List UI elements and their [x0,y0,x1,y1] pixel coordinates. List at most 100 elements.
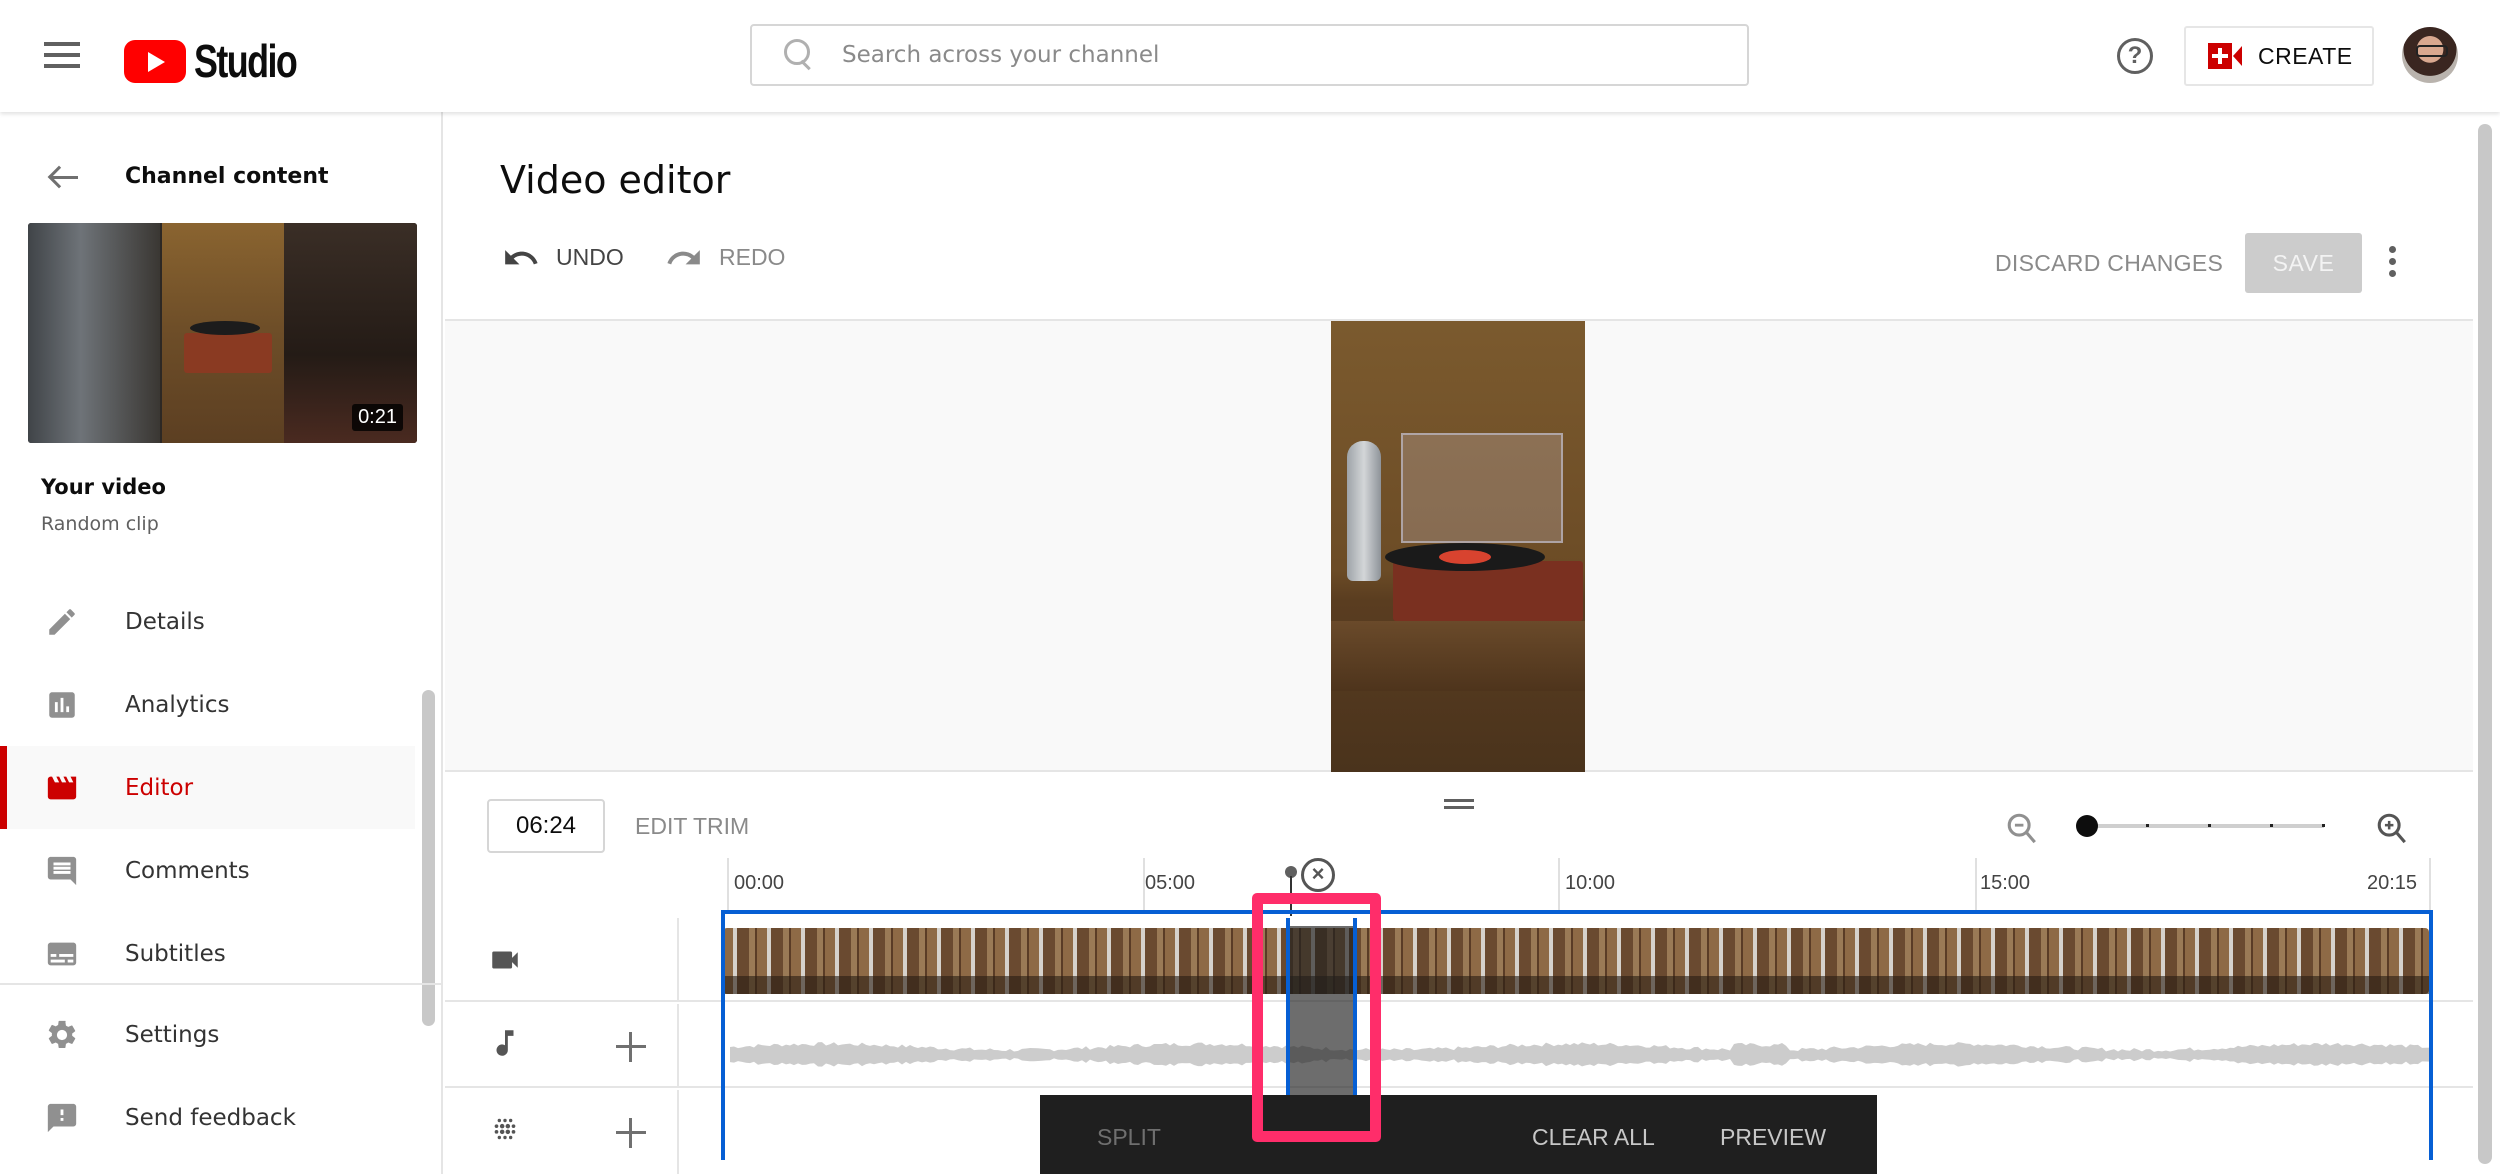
sidebar-item-label: Details [125,608,205,635]
audio-waveform[interactable] [730,1040,2430,1070]
video-title: Random clip [41,513,159,535]
redo-button[interactable]: REDO [665,244,785,271]
comment-icon [47,856,77,885]
sidebar-item-label: Subtitles [125,940,226,967]
current-time-field[interactable]: 06:24 [487,799,605,853]
slider-step [2322,824,2325,827]
save-button[interactable]: SAVE [2245,233,2362,293]
sidebar-nav: Details Analytics Editor Comments Subtit… [0,580,443,995]
page-scrollbar[interactable] [2473,112,2500,1174]
ruler-tick [2429,858,2431,914]
menu-icon[interactable] [44,42,80,70]
sidebar-item-analytics[interactable]: Analytics [0,663,443,746]
undo-label: UNDO [556,244,624,270]
search-input[interactable] [842,42,1747,68]
resize-handle-icon[interactable] [1444,799,1474,811]
youtube-play-icon [124,39,186,83]
sidebar-item-details[interactable]: Details [0,580,443,663]
back-label: Channel content [125,164,329,189]
account-avatar[interactable] [2402,27,2458,83]
slider-step [2208,824,2211,827]
ruler-label: 15:00 [1980,872,2031,894]
track-header [445,1004,679,1086]
trim-start-handle[interactable] [721,910,725,1160]
ruler-label: 00:00 [734,872,785,894]
create-button[interactable]: CREATE [2184,26,2374,86]
video-thumbnail[interactable]: 0:21 [28,223,417,443]
feedback-icon [47,1103,77,1132]
timeline-ruler[interactable]: 00:00 05:00 10:00 15:00 20:15 × [445,858,2473,916]
sidebar-item-comments[interactable]: Comments [0,829,443,912]
timeline-action-bar: SPLIT CLEAR ALL PREVIEW [1040,1095,1877,1174]
undo-icon [505,249,538,264]
preview-button[interactable]: PREVIEW [1720,1124,1826,1151]
ruler-tick [1975,858,1977,914]
zoom-in-icon[interactable] [2375,810,2409,846]
thumbnail-duration: 0:21 [352,404,403,431]
ruler-tick [727,858,729,914]
slider-step [2146,824,2149,827]
timeline-zoom-slider[interactable] [2076,815,2328,837]
sidebar-item-label: Analytics [125,691,230,718]
video-camera-icon [492,951,518,969]
your-video-heading: Your video [41,475,166,499]
redo-icon [667,249,700,264]
discard-changes-button[interactable]: DISCARD CHANGES [1995,250,2223,277]
sidebar-item-label: Settings [125,1021,220,1048]
slider-thumb[interactable] [2076,815,2098,837]
more-options-icon[interactable] [2389,246,2399,280]
music-note-icon [496,1030,514,1056]
clear-all-button[interactable]: CLEAR ALL [1532,1124,1655,1151]
editor-main: Video editor UNDO REDO DISCARD CHANGES S… [445,112,2473,1174]
create-label: CREATE [2258,42,2353,69]
trim-end-handle[interactable] [2429,910,2433,1160]
sidebar-item-send-feedback[interactable]: Send feedback [0,1076,443,1159]
youtube-studio-logo[interactable]: Studio [124,34,325,88]
split-button[interactable]: SPLIT [1097,1124,1161,1151]
add-audio-button[interactable] [616,1032,646,1062]
trim-top-border [721,910,2431,914]
video-track [445,918,2473,1002]
sidebar-item-label: Comments [125,857,250,884]
slider-step [2270,824,2273,827]
gear-icon [48,1020,76,1048]
timeline-toolbar: 06:24 EDIT TRIM [445,772,2473,872]
sidebar-scrollbar[interactable] [422,690,435,1026]
track-header [445,918,679,1000]
video-preview-area [445,319,2473,772]
edit-trim-button[interactable]: EDIT TRIM [635,813,749,840]
subtitles-icon [47,942,77,965]
scrollbar-thumb[interactable] [2478,124,2492,1164]
audio-track [445,1004,2473,1088]
redo-label: REDO [719,244,786,270]
help-icon[interactable]: ? [2117,38,2153,74]
logo-text: Studio [194,35,298,87]
undo-button[interactable]: UNDO [502,244,624,271]
sidebar-item-editor[interactable]: Editor [0,746,415,829]
remove-cut-icon[interactable]: × [1301,858,1335,892]
track-header [445,1090,679,1174]
sidebar-item-settings[interactable]: Settings [0,993,443,1076]
blur-icon [494,1118,516,1140]
ruler-label: 10:00 [1565,872,1616,894]
ruler-label: 05:00 [1145,872,1196,894]
ruler-tick [1558,858,1560,914]
analytics-icon [49,691,75,718]
create-video-icon [2208,43,2242,69]
slider-track [2086,824,2324,828]
pencil-icon [49,608,75,635]
divider [0,983,443,985]
sidebar: Channel content 0:21 Your video Random c… [0,112,443,1174]
video-preview-frame[interactable] [1331,321,1585,772]
add-blur-button[interactable] [616,1118,646,1148]
search-box[interactable] [750,24,1749,86]
back-to-channel-content[interactable]: Channel content [0,152,443,202]
ruler-label: 20:15 [2367,872,2418,894]
search-icon [782,37,818,73]
clapperboard-icon [47,776,77,799]
zoom-out-icon[interactable] [2005,810,2039,846]
sidebar-bottom-nav: Settings Send feedback [0,993,443,1159]
top-app-bar: Studio ? CREATE [0,0,2500,112]
video-filmstrip[interactable] [723,928,2429,994]
sidebar-item-label: Editor [125,774,194,801]
